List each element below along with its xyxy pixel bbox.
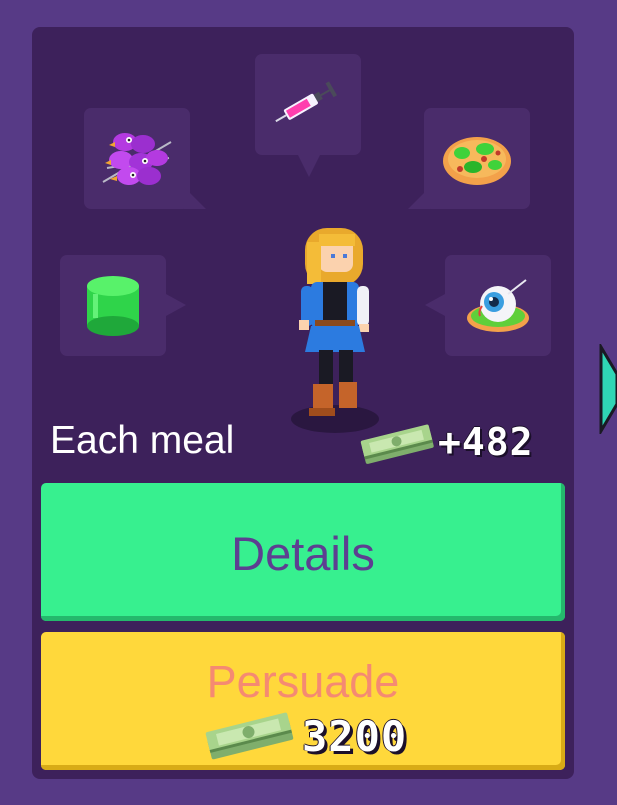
details-button-label: Details bbox=[231, 527, 375, 580]
bubble-tail bbox=[184, 187, 206, 209]
bubble-tail bbox=[298, 155, 320, 177]
food-bubble-eyeball bbox=[445, 255, 551, 356]
bubble-tail bbox=[408, 187, 430, 209]
eyeball-dish-icon bbox=[467, 278, 529, 332]
character-sprite bbox=[291, 228, 379, 433]
green-slime-pizza-icon bbox=[443, 136, 511, 185]
food-bubble-skewers bbox=[84, 108, 190, 209]
purple-bird-skewers-icon bbox=[102, 132, 172, 185]
green-jelly-icon bbox=[87, 275, 139, 336]
food-bubble-jelly bbox=[60, 255, 166, 356]
money-stack-icon bbox=[360, 424, 434, 464]
money-stack-icon bbox=[205, 712, 294, 760]
persuade-button-label: Persuade bbox=[206, 656, 400, 707]
income-value: +482 bbox=[438, 420, 534, 464]
persuade-cost-value: 3200 bbox=[302, 712, 408, 761]
income-per-meal: +482 bbox=[358, 418, 558, 468]
next-arrow-icon[interactable] bbox=[598, 344, 617, 434]
details-button[interactable]: Details bbox=[41, 483, 565, 621]
food-bubble-pizza bbox=[424, 108, 530, 209]
bubble-tail bbox=[166, 294, 186, 316]
syringe-icon bbox=[275, 80, 337, 122]
persuade-button[interactable]: Persuade 3200 bbox=[41, 632, 565, 770]
food-bubble-syringe bbox=[255, 54, 361, 155]
each-meal-label: Each meal bbox=[50, 419, 235, 462]
persuade-cost: 3200 bbox=[201, 706, 461, 762]
bubble-tail bbox=[425, 294, 445, 316]
